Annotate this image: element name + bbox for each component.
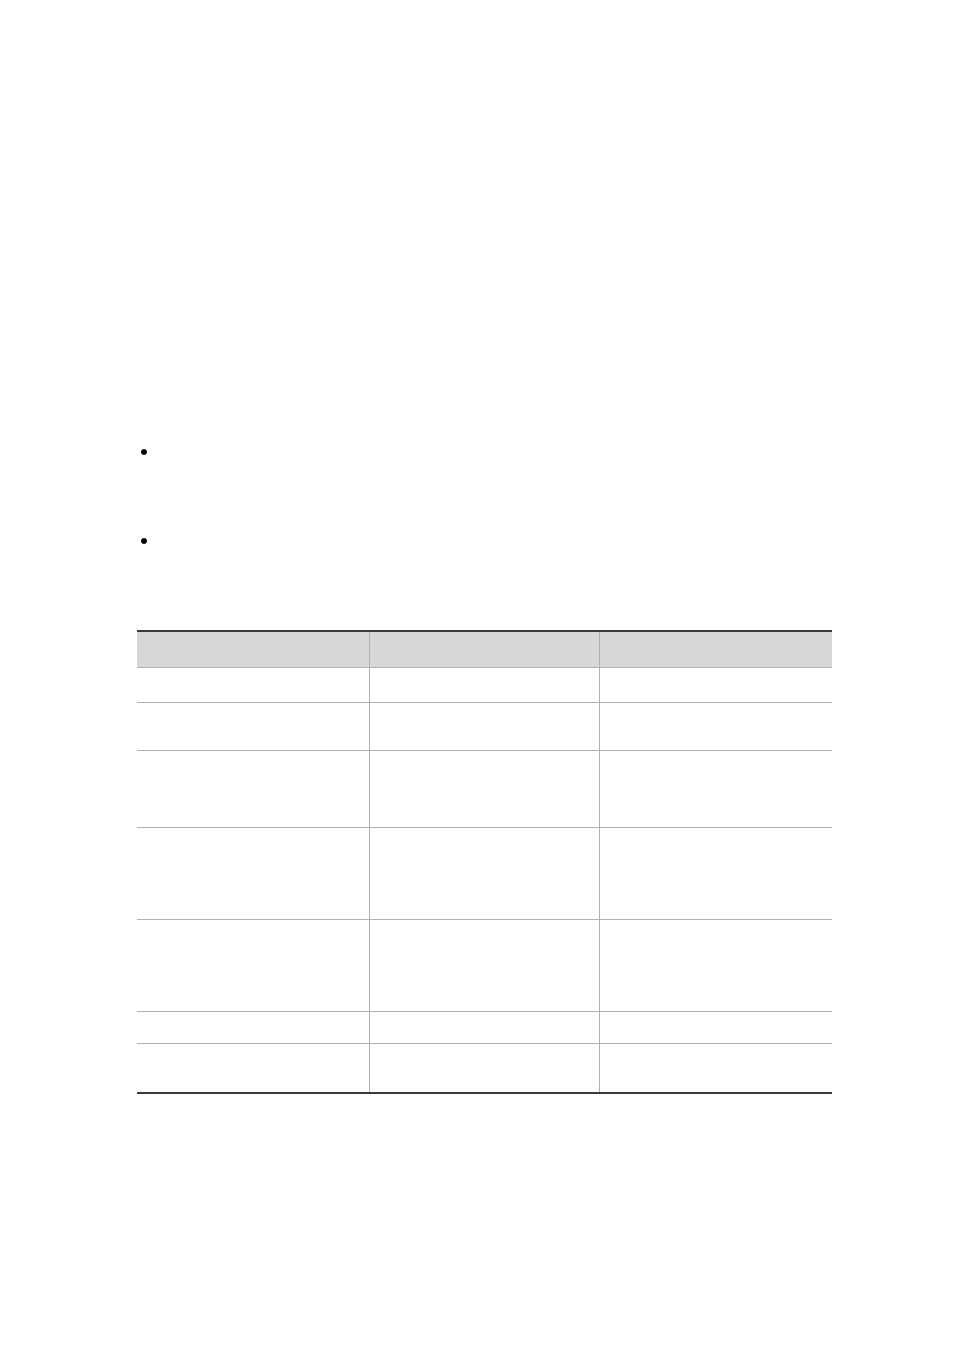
table-cell xyxy=(137,1043,369,1093)
table-row xyxy=(137,827,832,919)
table-cell xyxy=(137,702,369,750)
table-row xyxy=(137,1043,832,1093)
table-cell xyxy=(369,750,599,827)
table-cell xyxy=(599,827,832,919)
table-cell xyxy=(599,667,832,702)
table-container xyxy=(137,630,832,1094)
table-cell xyxy=(137,919,369,1011)
table-cell xyxy=(137,750,369,827)
table-cell xyxy=(369,827,599,919)
table-row xyxy=(137,1011,832,1043)
table-header-cell xyxy=(599,631,832,667)
table-cell xyxy=(369,667,599,702)
table-cell xyxy=(137,1011,369,1043)
table-header-row xyxy=(137,631,832,667)
table-row xyxy=(137,702,832,750)
table-cell xyxy=(369,919,599,1011)
table-cell xyxy=(137,827,369,919)
table-cell xyxy=(137,667,369,702)
table-cell xyxy=(599,1011,832,1043)
table-cell xyxy=(369,1043,599,1093)
table-cell xyxy=(369,702,599,750)
data-table xyxy=(137,630,832,1094)
table-cell xyxy=(599,702,832,750)
table-header-cell xyxy=(137,631,369,667)
bullet-icon xyxy=(141,538,147,544)
table-cell xyxy=(599,750,832,827)
table-header-cell xyxy=(369,631,599,667)
table-row xyxy=(137,750,832,827)
table-row xyxy=(137,919,832,1011)
table-row xyxy=(137,667,832,702)
table-cell xyxy=(599,1043,832,1093)
table-cell xyxy=(599,919,832,1011)
bullet-icon xyxy=(141,449,147,455)
table-cell xyxy=(369,1011,599,1043)
